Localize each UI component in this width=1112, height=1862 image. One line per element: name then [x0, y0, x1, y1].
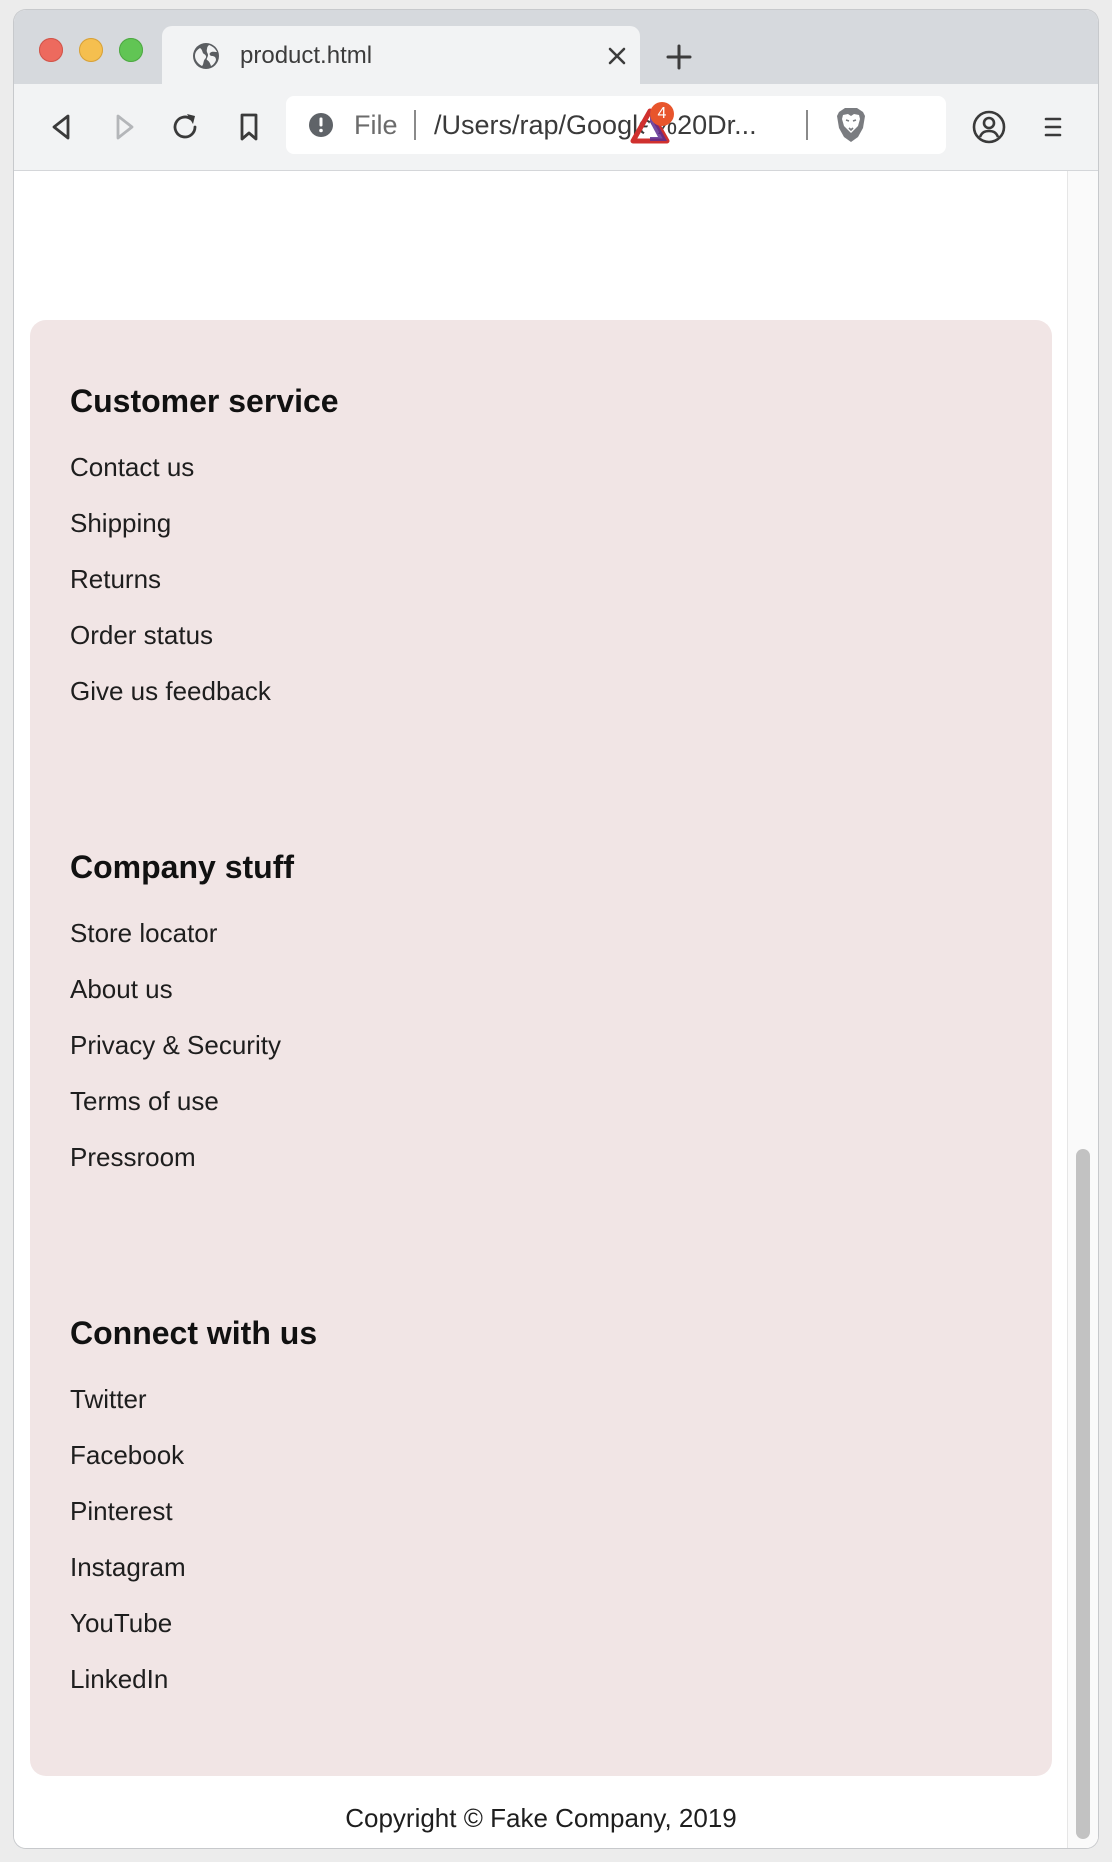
footer-link-returns[interactable]: Returns	[70, 562, 339, 596]
address-separator	[414, 110, 416, 140]
profile-icon[interactable]	[972, 110, 1006, 144]
close-icon[interactable]	[604, 43, 630, 69]
footer-link-youtube[interactable]: YouTube	[70, 1606, 317, 1640]
zoom-window-button[interactable]	[119, 38, 143, 62]
footer-link-facebook[interactable]: Facebook	[70, 1438, 317, 1472]
footer-link-shipping[interactable]: Shipping	[70, 506, 339, 540]
copyright-text: Copyright © Fake Company, 2019	[345, 1803, 737, 1833]
plus-icon[interactable]	[664, 42, 694, 72]
footer-section-connect: Connect with us Twitter Facebook Pintere…	[70, 1314, 317, 1718]
menu-icon[interactable]	[1036, 110, 1070, 144]
url-scheme-label: File	[354, 110, 398, 140]
globe-icon	[193, 43, 219, 69]
url-text[interactable]: /Users/rap/Google%20Dr...	[434, 109, 786, 141]
section-heading: Connect with us	[70, 1315, 318, 1351]
footer-link-about-us[interactable]: About us	[70, 972, 294, 1006]
page-viewport: Customer service Contact us Shipping Ret…	[14, 171, 1098, 1848]
link-list: Store locator About us Privacy & Securit…	[70, 916, 294, 1174]
scrollbar[interactable]	[1067, 171, 1098, 1848]
site-footer: Customer service Contact us Shipping Ret…	[30, 320, 1052, 1776]
close-window-button[interactable]	[39, 38, 63, 62]
footer-section-company-stuff: Company stuff Store locator About us Pri…	[70, 848, 294, 1196]
link-list: Contact us Shipping Returns Order status…	[70, 450, 339, 708]
footer-section-customer-service: Customer service Contact us Shipping Ret…	[70, 382, 339, 730]
back-arrow-icon[interactable]	[44, 110, 78, 144]
footer-link-pinterest[interactable]: Pinterest	[70, 1494, 317, 1528]
section-heading: Company stuff	[70, 849, 294, 885]
tab-strip: product.html	[14, 10, 1098, 84]
info-icon[interactable]	[308, 112, 334, 138]
footer-link-pressroom[interactable]: Pressroom	[70, 1140, 294, 1174]
footer-link-contact-us[interactable]: Contact us	[70, 450, 339, 484]
browser-window: product.html File /Users/rap/Google%20Dr…	[14, 10, 1098, 1848]
footer-link-linkedin[interactable]: LinkedIn	[70, 1662, 317, 1696]
footer-link-twitter[interactable]: Twitter	[70, 1382, 317, 1416]
footer-link-order-status[interactable]: Order status	[70, 618, 339, 652]
forward-arrow-icon[interactable]	[108, 110, 142, 144]
footer-link-privacy-security[interactable]: Privacy & Security	[70, 1028, 294, 1062]
footer-link-terms-of-use[interactable]: Terms of use	[70, 1084, 294, 1118]
screen: product.html File /Users/rap/Google%20Dr…	[0, 0, 1112, 1862]
browser-toolbar: File /Users/rap/Google%20Dr... 4	[14, 84, 1098, 171]
section-heading: Customer service	[70, 383, 339, 419]
minimize-window-button[interactable]	[79, 38, 103, 62]
address-separator	[806, 110, 808, 140]
tab-title: product.html	[240, 42, 373, 69]
rewards-badge: 4	[650, 102, 674, 126]
footer-link-feedback[interactable]: Give us feedback	[70, 674, 339, 708]
brave-lion-icon[interactable]	[834, 106, 868, 144]
address-bar[interactable]: File /Users/rap/Google%20Dr...	[286, 96, 946, 154]
link-list: Twitter Facebook Pinterest Instagram You…	[70, 1382, 317, 1696]
reload-icon[interactable]	[169, 110, 203, 144]
footer-link-instagram[interactable]: Instagram	[70, 1550, 317, 1584]
footer-link-store-locator[interactable]: Store locator	[70, 916, 294, 950]
scrollbar-thumb[interactable]	[1076, 1149, 1090, 1839]
bookmark-icon[interactable]	[232, 110, 266, 144]
tab-product[interactable]: product.html	[162, 26, 640, 84]
